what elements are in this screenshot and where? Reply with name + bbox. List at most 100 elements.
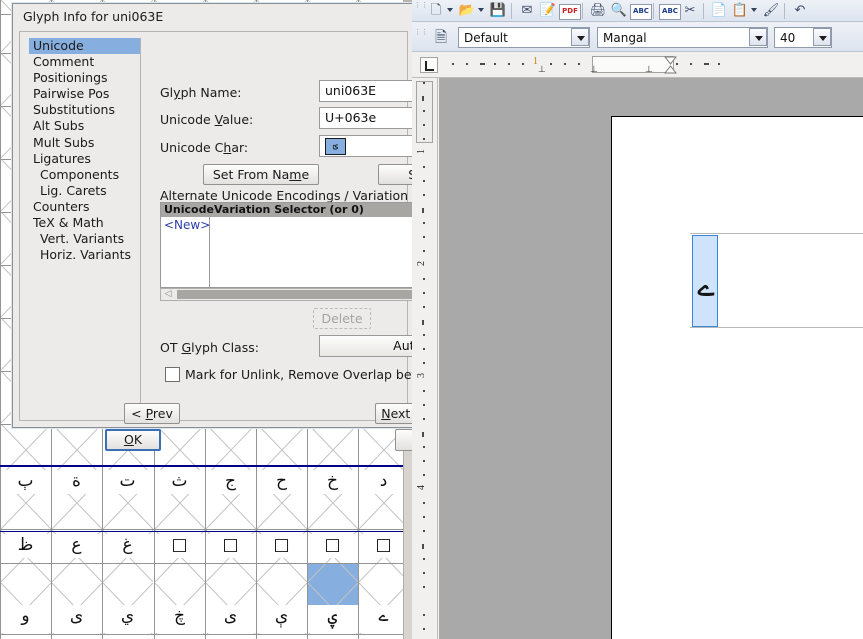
category-item-ligatures[interactable]: Ligatures <box>29 151 140 167</box>
glyph-preview[interactable]: د <box>358 473 409 490</box>
vertical-margin-indicator[interactable] <box>416 81 433 143</box>
glyph-preview[interactable]: ى <box>51 608 102 625</box>
email-document-icon[interactable]: ✉ <box>517 2 537 20</box>
glyph-preview[interactable]: ج <box>205 473 256 490</box>
edit-mode-icon[interactable]: 📝 <box>538 2 558 20</box>
ruler-tick <box>718 63 720 65</box>
horizontal-ruler[interactable]: 1 ⊥ ⊥ ⊥ <box>412 52 863 78</box>
category-item-alt-subs[interactable]: Alt Subs <box>29 118 140 134</box>
document-page[interactable]: ے <box>611 116 863 639</box>
paragraph-style-icon[interactable]: 🗎 <box>430 27 452 47</box>
glyph-preview[interactable]: □ <box>205 537 256 554</box>
copy-icon[interactable]: 📄 <box>709 2 729 20</box>
category-item-unicode[interactable]: Unicode <box>29 38 140 55</box>
glyph-preview[interactable]: غ <box>102 537 153 554</box>
glyph-preview[interactable]: ی <box>205 608 256 625</box>
category-item-pairwise-pos[interactable]: Pairwise Pos <box>29 86 140 102</box>
glyph-cell[interactable] <box>52 424 102 476</box>
category-item-mult-subs[interactable]: Mult Subs <box>29 135 140 151</box>
paragraph-style-dropdown-arrow[interactable] <box>571 28 589 46</box>
clone-formatting-icon[interactable]: 🖌 <box>761 2 781 20</box>
category-item-horiz-variants[interactable]: Horiz. Variants <box>29 247 140 263</box>
paste-icon[interactable]: 📋 <box>730 2 750 20</box>
glyph-cell[interactable] <box>1 424 51 476</box>
mark-for-unlink-checkbox[interactable] <box>165 367 180 382</box>
glyph-preview[interactable]: ظ <box>0 537 51 554</box>
glyph-preview[interactable]: ع <box>51 537 102 554</box>
text-boundary-line <box>690 233 863 234</box>
open-folder-icon[interactable]: 📂 <box>457 2 477 20</box>
category-list[interactable]: Unicode Comment Positionings Pairwise Pos Su… <box>29 38 141 408</box>
cut-icon[interactable]: ✂ <box>680 2 700 20</box>
category-item-tex-math[interactable]: TeX & Math <box>29 215 140 231</box>
print-icon[interactable]: 🖨 <box>588 2 608 20</box>
glyph-preview[interactable]: □ <box>256 537 307 554</box>
category-item-positionings[interactable]: Positionings <box>29 70 140 86</box>
glyph-preview[interactable]: و <box>0 608 51 625</box>
alt-table-horizontal-scrollbar[interactable]: ◁ <box>160 288 430 301</box>
tab-stop-marker[interactable]: ⊥ <box>645 65 653 75</box>
vertical-ruler[interactable]: 1 2 3 4 <box>412 78 438 639</box>
glyph-preview[interactable]: □ <box>307 537 358 554</box>
toolbar-grip[interactable]: ⋮⋮ <box>414 29 428 36</box>
glyph-preview[interactable]: ٻ <box>0 473 51 490</box>
glyph-preview[interactable]: ح <box>256 473 307 490</box>
dropdown-caret-icon[interactable] <box>478 8 484 12</box>
prev-button[interactable]: < Prev <box>124 403 180 424</box>
spelling-icon[interactable]: ABC <box>630 4 652 20</box>
scroll-left-arrow-icon[interactable]: ◁ <box>163 290 173 299</box>
tab-stop-marker[interactable]: ⊥ <box>538 65 546 75</box>
autospellcheck-icon[interactable]: ABC <box>659 4 681 20</box>
glyph-baseline <box>0 466 412 467</box>
horizontal-ruler-track[interactable]: 1 ⊥ ⊥ ⊥ <box>442 52 863 78</box>
ruler-margin-indicator[interactable] <box>592 56 674 73</box>
new-icon[interactable]: 🗋 <box>426 2 446 20</box>
category-item-comment[interactable]: Comment <box>29 54 140 70</box>
standard-toolbar[interactable]: ⋮⋮ 🗋 📂 💾 ✉ 📝 PDF 🖨 🔍 ABC ABC ✂ 📄 📋 🖌 ↶ <box>412 0 863 22</box>
font-name-dropdown-arrow[interactable] <box>749 28 767 46</box>
print-preview-icon[interactable]: 🔍 <box>609 2 629 20</box>
glyph-preview[interactable]: ة <box>51 473 102 490</box>
glyph-preview[interactable]: □ <box>154 537 205 554</box>
glyph-preview[interactable]: ي <box>102 608 153 625</box>
libreoffice-writer-window[interactable]: ⋮⋮ 🗋 📂 💾 ✉ 📝 PDF 🖨 🔍 ABC ABC ✂ 📄 📋 🖌 ↶ ⋮⋮ 🗎 Default Ma… <box>412 0 863 639</box>
glyph-preview[interactable]: ت <box>102 473 153 490</box>
save-icon[interactable]: 💾 <box>488 2 508 20</box>
glyph-preview[interactable]: ث <box>154 473 205 490</box>
selected-text-run[interactable]: ے <box>692 235 718 327</box>
scrollbar-thumb[interactable] <box>177 290 429 299</box>
category-item-components[interactable]: Components <box>29 167 140 183</box>
indent-marker-icon[interactable] <box>663 56 678 74</box>
glyph-preview[interactable]: □ <box>358 537 409 554</box>
glyph-preview[interactable]: خ <box>307 473 358 490</box>
category-item-substitutions[interactable]: Substitutions <box>29 102 140 118</box>
alt-new-row[interactable]: <New> <box>164 218 210 232</box>
tab-stop-selector[interactable] <box>420 57 438 73</box>
ok-button[interactable]: OK <box>105 429 161 451</box>
undo-icon[interactable]: ↶ <box>790 2 810 20</box>
glyph-preview[interactable]: ۑ <box>307 608 358 625</box>
ruler-tick <box>423 222 425 224</box>
glyph-cell[interactable] <box>155 424 205 476</box>
tab-stop-marker[interactable]: ⊥ <box>590 65 598 75</box>
font-name-combo[interactable]: Mangal <box>597 27 768 48</box>
category-item-vert-variants[interactable]: Vert. Variants <box>29 231 140 247</box>
glyph-preview[interactable]: ے <box>358 608 409 625</box>
alternate-encodings-table[interactable]: Unicode Variation Selector (or 0) <New> <box>160 202 430 288</box>
toolbar-grip[interactable]: ⋮⋮ <box>414 2 428 9</box>
document-canvas[interactable]: ے <box>439 78 863 639</box>
category-item-lig-carets[interactable]: Lig. Carets <box>29 183 140 199</box>
dropdown-caret-icon[interactable] <box>751 8 757 12</box>
export-pdf-icon[interactable]: PDF <box>559 4 581 20</box>
formatting-toolbar[interactable]: ⋮⋮ 🗎 Default Mangal 40 B <box>412 22 863 67</box>
glyph-preview[interactable]: ې <box>256 608 307 625</box>
glyph-cell[interactable] <box>206 424 256 476</box>
glyph-preview[interactable]: ڿ <box>154 608 205 625</box>
glyph-info-dialog[interactable]: Glyph Info for uni063E Unicode Comment Pos… <box>12 3 494 451</box>
glyph-cell[interactable] <box>308 424 358 476</box>
glyph-cell[interactable] <box>257 424 307 476</box>
font-size-dropdown-arrow[interactable] <box>813 28 831 46</box>
category-item-counters[interactable]: Counters <box>29 199 140 215</box>
set-from-name-button[interactable]: Set From Name <box>203 164 319 185</box>
dropdown-caret-icon[interactable] <box>447 8 453 12</box>
